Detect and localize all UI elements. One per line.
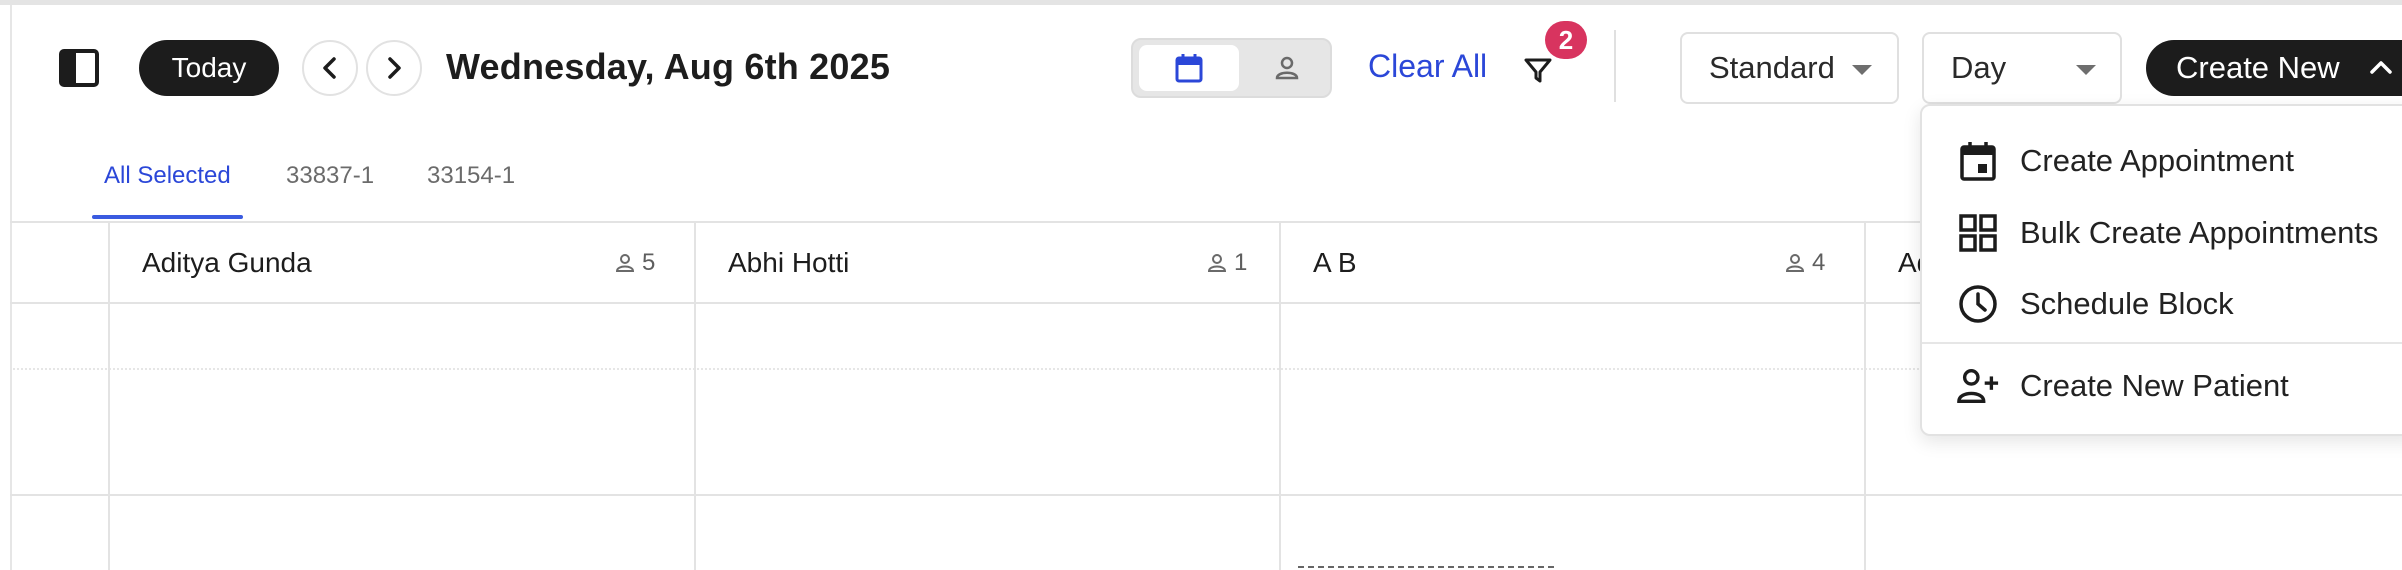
active-tab-indicator [92,215,243,219]
filter-count-badge: 2 [1545,21,1587,59]
appointment-block-edge [1298,566,1554,568]
calendar-view-button[interactable] [1139,45,1239,91]
menu-divider [1922,342,2402,344]
range-select[interactable]: Day [1922,32,2122,104]
column-header-count: 1 [1206,249,1247,277]
chevron-up-icon [2370,61,2392,74]
calendar-icon [1956,139,2000,183]
column-header-name: A B [1313,247,1357,278]
calendar-icon [1175,54,1203,83]
menu-item-create-new-patient[interactable]: Create New Patient [1922,356,2402,416]
current-date-title: Wednesday, Aug 6th 2025 [446,46,891,87]
menu-item-label: Schedule Block [2020,286,2234,321]
create-new-menu: Create Appointment Bulk Create Appointme… [1920,104,2402,436]
column-header-count: 4 [1784,249,1825,277]
column-divider [694,221,696,570]
range-select-value: Day [1951,50,2007,85]
column-patient-count: 4 [1812,249,1826,276]
toolbar-divider [1614,30,1616,102]
sidebar-toggle-button[interactable] [58,48,100,88]
sidebar-toggle-icon [59,49,99,87]
caret-down-icon [1852,65,1872,75]
next-day-button[interactable] [366,40,422,96]
person-icon [615,254,635,272]
person-view-button[interactable] [1257,45,1317,91]
chevron-right-icon [388,57,401,79]
person-icon [1785,254,1805,272]
grid-icon [1956,211,2000,255]
left-border [10,5,12,570]
menu-item-create-appointment[interactable]: Create Appointment [1922,131,2402,191]
menu-item-label: Create New Patient [2020,368,2289,403]
chevron-left-icon [323,57,336,79]
column-divider [1279,221,1281,570]
menu-item-schedule-block[interactable]: Schedule Block [1922,274,2402,334]
filter-icon [1524,58,1552,83]
menu-item-label: Bulk Create Appointments [2020,215,2379,250]
person-icon [1207,254,1227,272]
time-gutter-divider [108,221,110,570]
tab-33154-1[interactable]: 33154-1 [427,162,515,190]
view-mode-select[interactable]: Standard [1680,32,1899,104]
person-icon [1275,56,1299,80]
column-header-count: 5 [614,249,655,277]
view-toggle [1131,38,1332,98]
person-add-icon [1956,364,2000,408]
view-mode-select-value: Standard [1709,50,1835,85]
column-patient-count: 5 [642,249,656,276]
previous-day-button[interactable] [302,40,358,96]
column-patient-count: 1 [1234,249,1248,276]
clock-icon [1956,282,2000,326]
caret-down-icon [2076,65,2096,75]
menu-item-label: Create Appointment [2020,143,2295,178]
column-header-name: Abhi Hotti [728,247,850,278]
grid-hour-line [10,494,2402,496]
tab-33837-1[interactable]: 33837-1 [286,162,374,190]
clear-all-link[interactable]: Clear All [1368,48,1487,85]
column-header-name: Aditya Gunda [142,247,312,278]
tab-all-selected[interactable]: All Selected [104,162,231,190]
create-new-label: Create New [2176,50,2340,85]
today-button[interactable]: Today [139,40,279,96]
menu-item-bulk-create-appointments[interactable]: Bulk Create Appointments [1922,203,2402,263]
create-new-button[interactable]: Create New [2146,40,2402,96]
top-border [0,0,2402,5]
column-divider [1864,221,1866,570]
